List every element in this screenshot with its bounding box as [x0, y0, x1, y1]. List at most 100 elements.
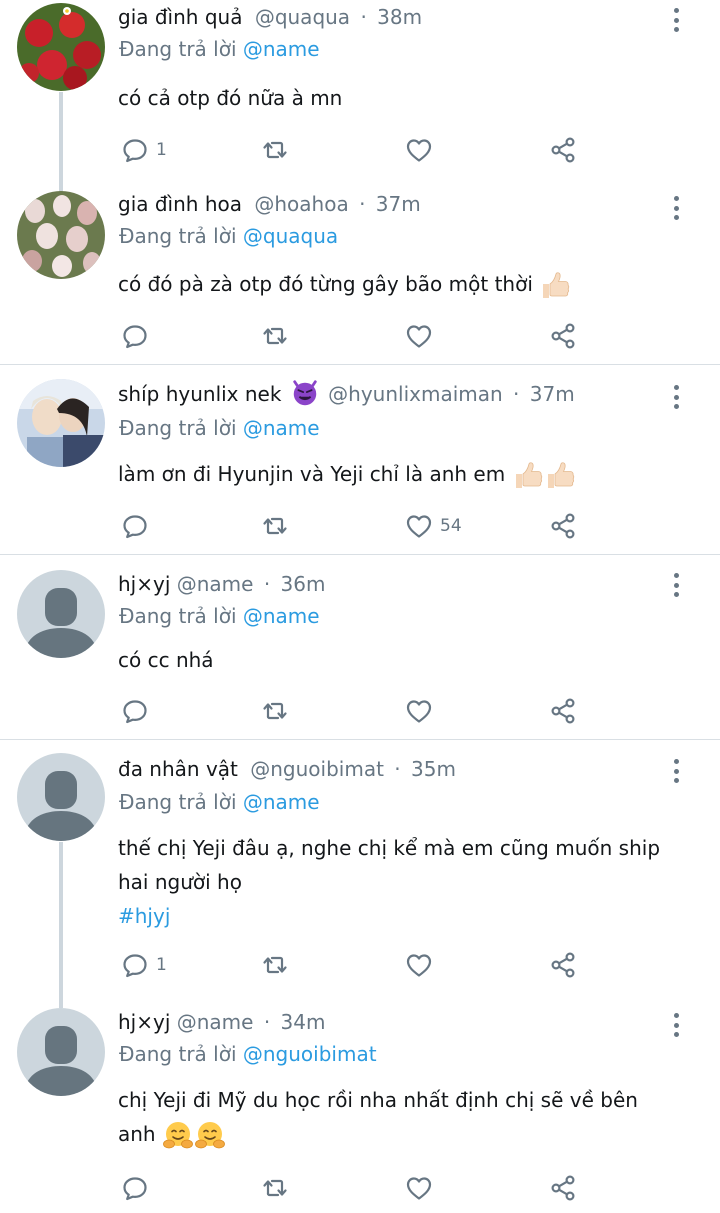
tweet-item[interactable]: hj×yj @name · 34m Đang trả lời @nguoibim… [0, 1005, 720, 1213]
handle[interactable]: @hoahoa [254, 192, 348, 216]
action-bar [118, 319, 588, 353]
display-name[interactable]: hj×yj [118, 572, 170, 596]
share-icon [548, 511, 578, 541]
mention-link[interactable]: @name [243, 790, 320, 814]
reply-icon [120, 135, 150, 165]
action-bar: 54 [118, 509, 588, 543]
mention-link[interactable]: @name [243, 37, 320, 61]
more-options-icon[interactable] [672, 573, 680, 597]
display-name[interactable]: gia đình quả [118, 5, 242, 29]
share-button[interactable] [548, 509, 578, 543]
default-avatar-icon [17, 753, 105, 841]
avatar[interactable] [17, 753, 105, 841]
avatar[interactable] [17, 379, 105, 467]
devil-emoji-icon [290, 378, 320, 408]
display-name[interactable]: hj×yj [118, 1010, 170, 1034]
retweet-icon [260, 511, 290, 541]
retweet-button[interactable] [260, 133, 290, 167]
display-name[interactable]: shíp hyunlix nek [118, 382, 281, 406]
reply-icon [120, 321, 150, 351]
default-avatar-icon [17, 1008, 105, 1096]
replying-label: Đang trả lời [119, 37, 237, 61]
reply-button[interactable] [120, 1171, 150, 1205]
mention-link[interactable]: @nguoibimat [243, 1042, 377, 1066]
like-button[interactable] [404, 319, 434, 353]
reply-icon [120, 1173, 150, 1203]
replying-to: Đang trả lời @name [119, 604, 320, 628]
tweet-text-content: có đó pà zà otp đó từng gây bão một thời [118, 272, 533, 296]
tweet-item[interactable]: shíp hyunlix nek @hyunlixmaiman · 37m Đa… [0, 377, 720, 554]
hashtag-link[interactable]: #hjyj [118, 899, 698, 933]
share-button[interactable] [548, 133, 578, 167]
retweet-button[interactable] [260, 319, 290, 353]
thumbs-up-icon [544, 460, 576, 492]
tweet-item[interactable]: hj×yj @name · 36m Đang trả lời @name có … [0, 567, 720, 739]
thumbs-up-icon [512, 460, 544, 492]
handle[interactable]: @quaqua [255, 5, 350, 29]
hugging-face-icon [194, 1120, 226, 1152]
tweet-text: chị Yeji đi Mỹ du học rồi nha nhất định … [118, 1083, 698, 1152]
like-button[interactable] [404, 948, 434, 982]
handle[interactable]: @hyunlixmaiman [328, 382, 503, 406]
replying-label: Đang trả lời [119, 604, 237, 628]
reply-count: 1 [156, 955, 167, 975]
separator-dot: · [394, 757, 401, 781]
avatar[interactable] [17, 191, 105, 279]
more-options-icon[interactable] [672, 759, 680, 783]
display-name[interactable]: gia đình hoa [118, 192, 242, 216]
reply-button[interactable] [120, 509, 150, 543]
like-button[interactable]: 54 [404, 509, 462, 543]
reply-button[interactable] [120, 694, 150, 728]
photo-avatar-icon [17, 379, 105, 467]
action-bar: 1 [118, 133, 588, 167]
tweet-item[interactable]: gia đình quả @quaqua · 38m Đang trả lời … [0, 0, 720, 190]
tweet-text: có cả otp đó nữa à mn [118, 86, 343, 110]
mention-link[interactable]: @name [243, 416, 320, 440]
avatar[interactable] [17, 1008, 105, 1096]
mention-link[interactable]: @name [243, 604, 320, 628]
like-button[interactable] [404, 694, 434, 728]
display-name[interactable]: đa nhân vật [118, 757, 238, 781]
retweet-button[interactable] [260, 509, 290, 543]
separator-dot: · [513, 382, 520, 406]
retweet-button[interactable] [260, 948, 290, 982]
tweet-header: hj×yj @name · 36m [118, 572, 325, 596]
reply-button[interactable] [120, 319, 150, 353]
retweet-icon [260, 135, 290, 165]
retweet-icon [260, 321, 290, 351]
flowers-avatar-icon [17, 191, 105, 279]
timestamp: 36m [280, 572, 326, 596]
handle[interactable]: @name [177, 1010, 254, 1034]
action-bar: 1 [118, 948, 588, 982]
more-options-icon[interactable] [672, 385, 680, 409]
more-options-icon[interactable] [672, 1013, 680, 1037]
tweet-header: shíp hyunlix nek @hyunlixmaiman · 37m [118, 382, 575, 408]
tweet-item[interactable]: đa nhân vật @nguoibimat · 35m Đang trả l… [0, 752, 720, 1005]
heart-icon [404, 321, 434, 351]
like-button[interactable] [404, 1171, 434, 1205]
thumbs-up-icon [539, 270, 571, 302]
handle[interactable]: @nguoibimat [250, 757, 384, 781]
share-button[interactable] [548, 948, 578, 982]
tweet-item[interactable]: gia đình hoa @hoahoa · 37m Đang trả lời … [0, 187, 720, 364]
retweet-button[interactable] [260, 1171, 290, 1205]
divider [0, 554, 720, 555]
more-options-icon[interactable] [672, 8, 680, 32]
avatar[interactable] [17, 3, 105, 91]
share-button[interactable] [548, 319, 578, 353]
retweet-icon [260, 1173, 290, 1203]
tweet-header: gia đình quả @quaqua · 38m [118, 5, 422, 29]
reply-button[interactable]: 1 [120, 133, 167, 167]
mention-link[interactable]: @quaqua [243, 224, 338, 248]
more-options-icon[interactable] [672, 196, 680, 220]
tweet-text: có đó pà zà otp đó từng gây bão một thời [118, 267, 698, 302]
share-button[interactable] [548, 1171, 578, 1205]
share-button[interactable] [548, 694, 578, 728]
avatar[interactable] [17, 570, 105, 658]
like-button[interactable] [404, 133, 434, 167]
replying-to: Đang trả lời @name [119, 790, 320, 814]
retweet-button[interactable] [260, 694, 290, 728]
handle[interactable]: @name [177, 572, 254, 596]
retweet-icon [260, 696, 290, 726]
reply-button[interactable]: 1 [120, 948, 167, 982]
